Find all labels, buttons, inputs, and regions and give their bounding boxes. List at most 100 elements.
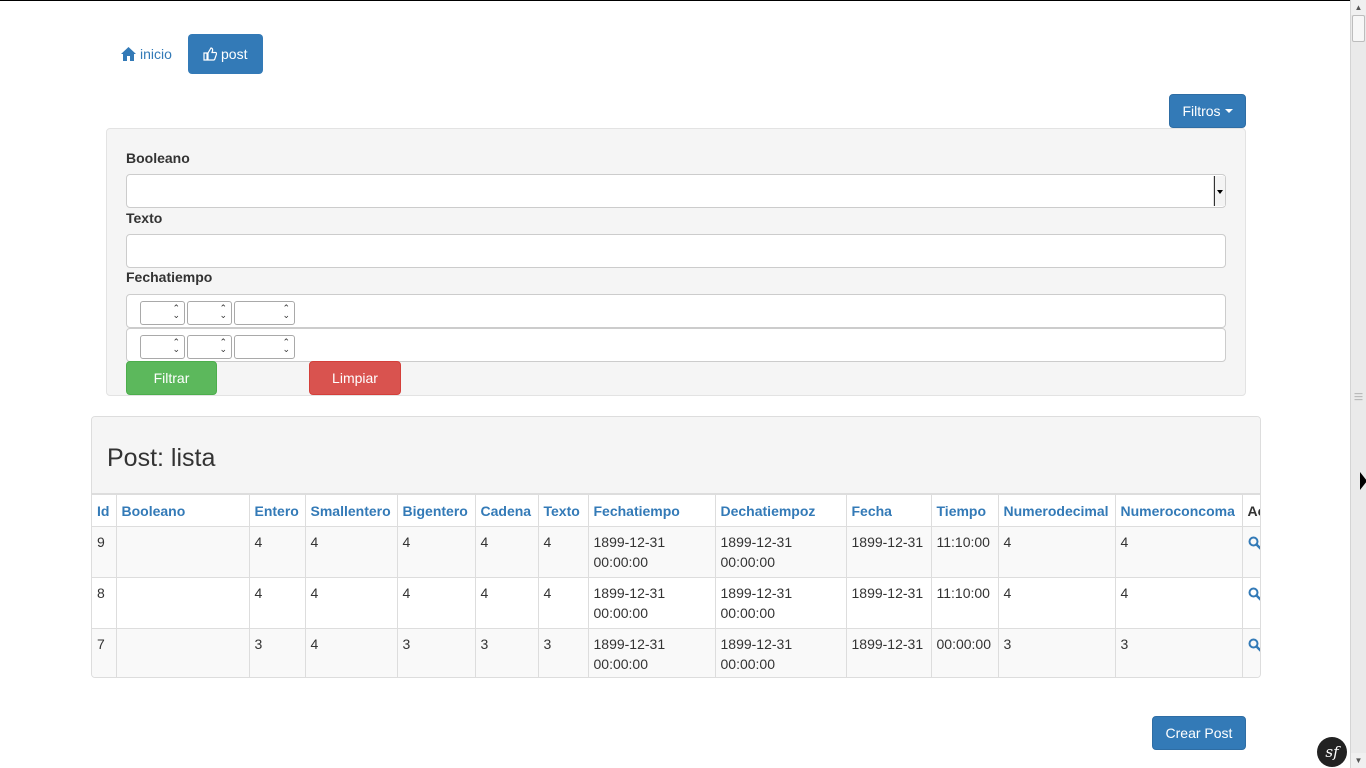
cell-fecha: 1899-12-31: [845, 628, 932, 677]
spinner-icon: ⌃ ⌄: [282, 303, 290, 320]
cell-booleano: [115, 577, 250, 629]
spinner-icon: ⌃ ⌄: [219, 337, 227, 354]
fechatiempo-to-year-select[interactable]: ⌃ ⌄: [234, 335, 295, 359]
filtrar-label: Filtrar: [153, 370, 190, 386]
cell-date: 1899-12-31: [593, 636, 666, 652]
cell-bigentero: 3: [396, 628, 476, 677]
column-header-cadena[interactable]: Cadena: [474, 494, 539, 527]
fechatiempo-filter-label: Fechatiempo: [126, 269, 213, 285]
fechatiempo-from-month-select[interactable]: ⌃ ⌄: [187, 301, 232, 325]
cell-numerodecimal: 4: [997, 526, 1116, 578]
cell-date: 1899-12-31: [593, 534, 666, 550]
cell-fechatiempo: 1899-12-31 00:00:00: [587, 526, 716, 578]
cell-time: 00:00:00: [720, 656, 776, 672]
fechatiempo-to-group: ⌃ ⌄ ⌃ ⌄ ⌃ ⌄: [126, 328, 1226, 362]
cell-dechatiempoz: 1899-12-31 00:00:00: [714, 628, 847, 677]
cell-numerodecimal: 3: [997, 628, 1116, 677]
cell-date: 1899-12-31: [720, 585, 793, 601]
cell-id: 8: [92, 577, 117, 629]
booleano-filter-label: Booleano: [126, 150, 190, 166]
page-scrollbar[interactable]: ▲ — — — ▼: [1350, 0, 1366, 768]
nav-home-link[interactable]: inicio: [106, 34, 187, 74]
column-header-dechatiempoz[interactable]: Dechatiempoz: [714, 494, 847, 527]
spinner-icon: ⌃ ⌄: [282, 337, 290, 354]
cell-texto: 4: [537, 577, 589, 629]
search-icon[interactable]: [1248, 535, 1260, 551]
cell-time: 00:00:00: [720, 605, 776, 621]
table-row: 8 4 4 4 4 4 1899-12-31 00:00:00 1899-12-3…: [92, 577, 1260, 629]
cell-tiempo: 00:00:00: [930, 628, 999, 677]
cell-id: 9: [92, 526, 117, 578]
select-arrow-icon: [1213, 176, 1225, 206]
cell-time: 00:00:00: [593, 605, 649, 621]
table-row: 9 4 4 4 4 4 1899-12-31 00:00:00 1899-12-3…: [92, 526, 1260, 578]
scrollbar-grip-icon: — — —: [1354, 389, 1363, 404]
cell-dechatiempoz: 1899-12-31 00:00:00: [714, 526, 847, 578]
spinner-icon: ⌃ ⌄: [172, 337, 180, 354]
column-header-booleano[interactable]: Booleano: [115, 494, 250, 527]
limpiar-label: Limpiar: [332, 370, 378, 386]
column-header-bigentero[interactable]: Bigentero: [396, 494, 476, 527]
column-header-numerodecimal[interactable]: Numerodecimal: [997, 494, 1116, 527]
cell-fecha: 1899-12-31: [845, 577, 932, 629]
scroll-down-icon[interactable]: ▼: [1351, 753, 1366, 768]
scrollbar-thumb[interactable]: [1352, 15, 1365, 42]
cell-smallentero: 4: [304, 628, 398, 677]
spinner-icon: ⌃ ⌄: [219, 303, 227, 320]
scroll-up-icon[interactable]: ▲: [1351, 0, 1366, 15]
cell-smallentero: 4: [304, 526, 398, 578]
nav-post-label: post: [221, 46, 248, 62]
fechatiempo-to-day-select[interactable]: ⌃ ⌄: [140, 335, 185, 359]
window-top-border: [0, 0, 1350, 1]
fechatiempo-to-month-select[interactable]: ⌃ ⌄: [187, 335, 232, 359]
column-header-fecha[interactable]: Fecha: [845, 494, 932, 527]
cell-numeroconcoma: 3: [1114, 628, 1243, 677]
fechatiempo-from-year-select[interactable]: ⌃ ⌄: [234, 301, 295, 325]
cell-id: 7: [92, 628, 117, 677]
column-header-entero[interactable]: Entero: [248, 494, 306, 527]
search-icon[interactable]: [1248, 586, 1260, 602]
cell-smallentero: 4: [304, 577, 398, 629]
column-header-id[interactable]: Id: [92, 494, 117, 527]
cell-tiempo: 11:10:00: [930, 577, 999, 629]
mouse-cursor-icon: [1360, 472, 1366, 493]
caret-down-icon: [1224, 109, 1233, 113]
column-header-acciones: Acciones: [1241, 494, 1260, 527]
spinner-icon: ⌃ ⌄: [172, 303, 180, 320]
filtrar-button[interactable]: Filtrar: [126, 361, 217, 395]
page-title: Post: lista: [107, 444, 216, 472]
cell-numeroconcoma: 4: [1114, 526, 1243, 578]
cell-cadena: 4: [474, 577, 539, 629]
nav-home-label: inicio: [140, 46, 172, 62]
nav-post-link[interactable]: post: [188, 34, 263, 74]
thumbs-up-icon: [203, 47, 217, 61]
column-header-numeroconcoma[interactable]: Numeroconcoma: [1114, 494, 1243, 527]
limpiar-button[interactable]: Limpiar: [309, 361, 401, 395]
create-post-button[interactable]: Crear Post: [1152, 716, 1246, 750]
column-header-texto[interactable]: Texto: [537, 494, 589, 527]
cell-time: 00:00:00: [720, 554, 776, 570]
column-header-tiempo[interactable]: Tiempo: [930, 494, 999, 527]
column-header-fechatiempo[interactable]: Fechatiempo: [587, 494, 716, 527]
cell-date: 1899-12-31: [593, 585, 666, 601]
texto-filter-label: Texto: [126, 210, 163, 226]
column-header-smallentero[interactable]: Smallentero: [304, 494, 398, 527]
post-table: Id Booleano Entero Smallentero Bigentero…: [92, 494, 1260, 677]
fechatiempo-from-day-select[interactable]: ⌃ ⌄: [140, 301, 185, 325]
filters-toggle-label: Filtros: [1182, 103, 1221, 119]
filters-toggle-button[interactable]: Filtros: [1169, 94, 1246, 128]
search-icon[interactable]: [1248, 637, 1260, 653]
cell-booleano: [115, 628, 250, 677]
cell-acciones: [1241, 526, 1260, 578]
cell-date: 1899-12-31: [720, 534, 793, 550]
booleano-filter-select[interactable]: [126, 174, 1226, 208]
symfony-logo-icon[interactable]: sf: [1317, 737, 1347, 767]
fechatiempo-from-group: ⌃ ⌄ ⌃ ⌄ ⌃ ⌄: [126, 294, 1226, 328]
home-icon: [121, 47, 136, 61]
cell-bigentero: 4: [396, 577, 476, 629]
filter-panel: Booleano Texto Fechatiempo ⌃ ⌄ ⌃ ⌄ ⌃ ⌄ ⌃ ⌄ ⌃…: [106, 128, 1246, 396]
post-list-heading: Post: lista: [92, 417, 1260, 494]
texto-filter-input[interactable]: [126, 234, 1226, 268]
cell-tiempo: 11:10:00: [930, 526, 999, 578]
cell-texto: 3: [537, 628, 589, 677]
